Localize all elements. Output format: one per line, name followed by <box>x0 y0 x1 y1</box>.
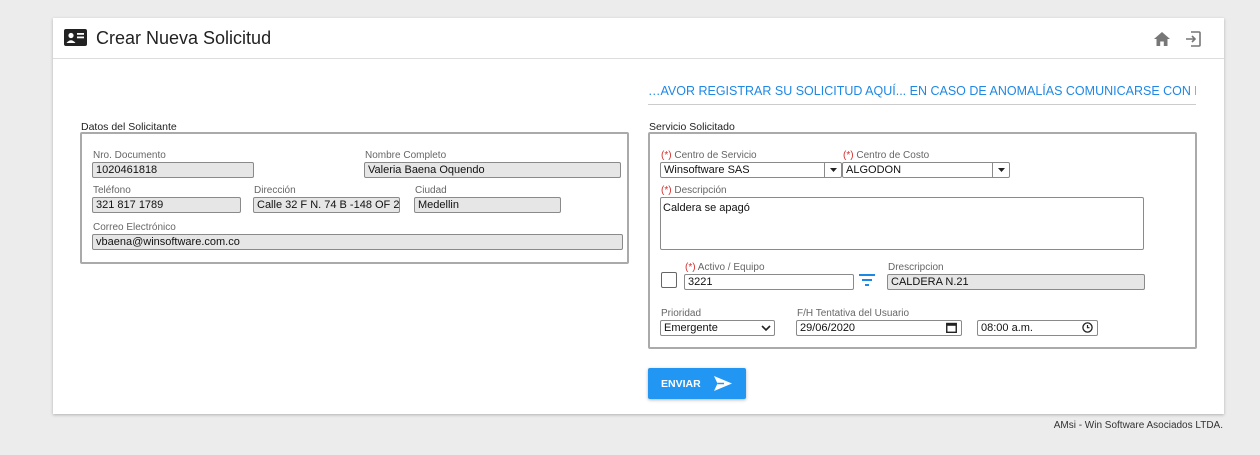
documento-field[interactable]: 1020461818 <box>92 162 254 178</box>
calendar-icon[interactable] <box>946 322 957 333</box>
descripcion-textarea[interactable]: Caldera se apagó <box>660 197 1144 250</box>
servicio-fieldset: (*) Centro de Servicio Winsoftware SAS (… <box>648 132 1197 349</box>
centro-servicio-dropdown-button[interactable] <box>824 163 841 177</box>
exit-icon[interactable] <box>1185 31 1201 47</box>
notice-text: …AVOR REGISTRAR SU SOLICITUD AQUÍ... EN … <box>648 84 1196 98</box>
required-mark: (*) <box>843 150 854 161</box>
filter-icon[interactable] <box>859 273 875 287</box>
prioridad-label: Prioridad <box>661 308 702 319</box>
send-icon <box>714 376 732 391</box>
centro-costo-select[interactable]: ALGODON <box>842 162 1010 178</box>
required-mark: (*) <box>661 150 672 161</box>
drescripcion-field: CALDERA N.21 <box>887 274 1145 290</box>
fecha-input[interactable]: 29/06/2020 <box>796 320 962 336</box>
documento-label: Nro. Documento <box>93 150 166 161</box>
clock-icon[interactable] <box>1082 322 1093 333</box>
prioridad-select[interactable]: Emergente <box>660 320 775 336</box>
chevron-down-icon <box>761 325 771 331</box>
centro-servicio-label: (*) Centro de Servicio <box>661 150 757 161</box>
ciudad-field[interactable]: Medellin <box>414 197 561 213</box>
required-mark: (*) <box>685 262 696 273</box>
telefono-label: Teléfono <box>93 185 131 196</box>
hora-input[interactable]: 08:00 a.m. <box>977 320 1098 336</box>
ciudad-label: Ciudad <box>415 185 447 196</box>
centro-servicio-select[interactable]: Winsoftware SAS <box>660 162 842 178</box>
correo-field[interactable]: vbaena@winsoftware.com.co <box>92 234 623 250</box>
nombre-label: Nombre Completo <box>365 150 447 161</box>
request-card: Crear Nueva Solicitud …AVOR REGISTRAR SU… <box>53 18 1224 414</box>
correo-label: Correo Electrónico <box>93 222 176 233</box>
activo-checkbox[interactable] <box>661 272 677 288</box>
required-mark: (*) <box>661 185 672 196</box>
footer-text: AMsi - Win Software Asociados LTDA. <box>1053 420 1223 431</box>
activo-field[interactable]: 3221 <box>684 274 854 290</box>
direccion-label: Dirección <box>254 185 296 196</box>
fecha-tentativa-label: F/H Tentativa del Usuario <box>797 308 910 319</box>
centro-costo-dropdown-button[interactable] <box>992 163 1009 177</box>
enviar-button[interactable]: ENVIAR <box>648 368 746 399</box>
notice-marquee: …AVOR REGISTRAR SU SOLICITUD AQUÍ... EN … <box>648 82 1196 105</box>
nombre-field[interactable]: Valeria Baena Oquendo <box>364 162 621 178</box>
page-title: Crear Nueva Solicitud <box>96 28 272 48</box>
solicitante-fieldset: Nro. Documento 1020461818 Nombre Complet… <box>80 132 629 264</box>
centro-costo-label: (*) Centro de Costo <box>843 150 930 161</box>
caret-down-icon <box>997 168 1005 172</box>
contact-card-icon <box>64 29 87 46</box>
telefono-field[interactable]: 321 817 1789 <box>92 197 241 213</box>
activo-label: (*) Activo / Equipo <box>685 262 765 273</box>
direccion-field[interactable]: Calle 32 F N. 74 B -148 OF 2 <box>253 197 400 213</box>
caret-down-icon <box>829 168 837 172</box>
home-icon[interactable] <box>1154 32 1170 46</box>
enviar-button-label: ENVIAR <box>661 378 701 390</box>
drescripcion-label: Drescripcion <box>888 262 944 273</box>
card-header: Crear Nueva Solicitud <box>53 18 1224 59</box>
descripcion-label: (*) Descripción <box>661 185 727 196</box>
